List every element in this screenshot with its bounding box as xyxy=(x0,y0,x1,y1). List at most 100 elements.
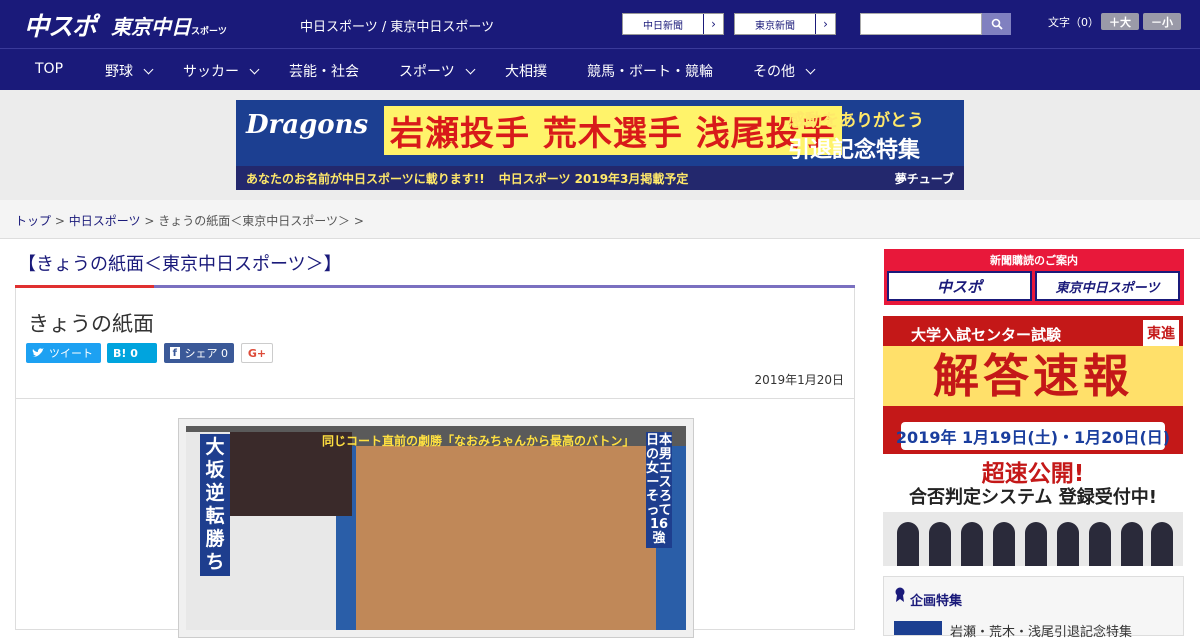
nav-label: サッカー xyxy=(183,64,239,80)
nav-label: その他 xyxy=(753,64,795,80)
breadcrumb: トップ > 中日スポーツ > きょうの紙面＜東京中日スポーツ＞ > xyxy=(0,200,1200,239)
facebook-label: シェア 0 xyxy=(184,347,229,360)
article: きょうの紙面 ツイート B! 0 f シェア 0 G+ 2019年1月20日 大… xyxy=(15,288,855,638)
nav-label: TOP xyxy=(35,61,64,77)
nav-item-sports[interactable]: スポーツ xyxy=(399,61,476,81)
search-button[interactable] xyxy=(982,13,1011,35)
breadcrumb-separator: > xyxy=(144,214,155,228)
article-date: 2019年1月20日 xyxy=(754,373,844,387)
font-bigger-button[interactable]: ＋大 xyxy=(1101,13,1139,30)
ad-sub-text-2: 引退記念特集 xyxy=(788,138,921,163)
nav-item-keiba[interactable]: 競馬・ボート・競輪 xyxy=(587,61,713,81)
nav-item-entertainment[interactable]: 芸能・社会 xyxy=(289,61,359,81)
person-figure xyxy=(961,522,983,566)
paper-headline-top: 同じコート直前の劇勝「なおみちゃんから最高のバトン」 xyxy=(322,434,635,448)
chevron-down-icon xyxy=(805,64,816,75)
banner-area: Dragons 岩瀬投手 荒木選手 浅尾投手 感動をありがとう 引退記念特集 あ… xyxy=(0,90,1200,200)
toshin-date: 2019年 1月19日(土)・1月20日(日) xyxy=(896,422,1170,450)
subscription-banner[interactable]: 新聞購読のご案内 中スポ 東京中日スポーツ xyxy=(884,249,1184,305)
facebook-icon: f xyxy=(170,347,180,359)
toshin-logo: 東進 xyxy=(1143,320,1179,346)
feature-section: 企画特集 岩瀬・荒木・浅尾引退記念特集 xyxy=(883,576,1184,640)
person-figure xyxy=(897,522,919,566)
paper-headline-left: 大坂逆転勝ち xyxy=(200,434,230,576)
nav-label: 競馬・ボート・競輪 xyxy=(587,64,713,80)
tokyo-shimbun-label: 東京新聞 xyxy=(755,20,795,32)
sub-logo-chuspo: 中スポ xyxy=(887,271,1032,301)
hatena-button[interactable]: B! 0 xyxy=(107,343,157,363)
feature-item-link[interactable]: 岩瀬・荒木・浅尾引退記念特集 xyxy=(950,621,1132,640)
nav-label: 芸能・社会 xyxy=(289,64,359,80)
nav-label: 野球 xyxy=(105,64,133,80)
breadcrumb-top[interactable]: トップ xyxy=(15,214,51,228)
person-figure xyxy=(1057,522,1079,566)
toshin-people-photo xyxy=(883,512,1183,566)
toshin-main-text: 解答速報 xyxy=(883,346,1183,406)
toshin-system-text: 合否判定システム 登録受付中! xyxy=(883,484,1183,512)
site-title: 中日スポーツ / 東京中日スポーツ xyxy=(300,20,495,35)
chevron-down-icon xyxy=(143,64,154,75)
ad-main-text: 岩瀬投手 荒木選手 浅尾投手 xyxy=(384,106,842,155)
dragons-logo: Dragons xyxy=(246,110,369,140)
paper-photo-player xyxy=(356,446,656,630)
newspaper-front-page-image: 大坂逆転勝ち 同じコート直前の劇勝「なおみちゃんから最高のバトン」 日本の男女エ… xyxy=(186,426,686,630)
chunichi-shimbun-label: 中日新聞 xyxy=(643,20,683,32)
feature-title: 企画特集 xyxy=(910,594,963,609)
chuspo-logo[interactable]: 中スポ xyxy=(24,7,97,43)
nav-label: スポーツ xyxy=(399,64,455,80)
person-figure xyxy=(929,522,951,566)
hatena-label: B! 0 xyxy=(113,346,138,360)
tokyo-chunichi-logo[interactable]: 東京中日スポーツ xyxy=(111,11,227,40)
nav-item-soccer[interactable]: サッカー xyxy=(183,61,260,81)
person-figure xyxy=(1151,522,1173,566)
person-figure xyxy=(993,522,1015,566)
person-figure xyxy=(1089,522,1111,566)
breadcrumb-current: きょうの紙面＜東京中日スポーツ＞ xyxy=(158,214,350,228)
tweet-label: ツイート xyxy=(49,347,93,360)
toshin-ad[interactable]: 大学入試センター試験 東進 解答速報 2019年 1月19日(土)・1月20日(… xyxy=(883,316,1183,566)
nav-item-sumo[interactable]: 大相撲 xyxy=(505,61,547,81)
gplus-button[interactable]: G+ xyxy=(241,343,273,363)
breadcrumb-separator: > xyxy=(353,214,364,228)
tweet-button[interactable]: ツイート xyxy=(26,343,101,363)
nav-item-other[interactable]: その他 xyxy=(753,61,816,81)
twitter-icon xyxy=(32,348,44,357)
nav-item-top[interactable]: TOP xyxy=(35,61,63,77)
tokyo-shimbun-link[interactable]: 東京新聞 › xyxy=(734,13,836,35)
chevron-right-icon: › xyxy=(703,14,723,34)
chevron-right-icon: › xyxy=(815,14,835,34)
subscription-title: 新聞購読のご案内 xyxy=(990,254,1078,267)
tokyo-logo-small: スポーツ xyxy=(191,27,227,37)
breadcrumb-separator: > xyxy=(54,214,65,228)
font-smaller-button[interactable]: －小 xyxy=(1143,13,1181,30)
newspaper-image-frame[interactable]: 大坂逆転勝ち 同じコート直前の劇勝「なおみちゃんから最高のバトン」 日本の男女エ… xyxy=(178,418,694,638)
article-divider xyxy=(16,398,854,399)
tokyo-logo-text: 東京中日 xyxy=(111,15,191,39)
ad-footer: あなたのお名前が中日スポーツに載ります!! 中日スポーツ 2019年3月掲載予定… xyxy=(236,166,964,190)
site-header: 中スポ 東京中日スポーツ 中日スポーツ / 東京中日スポーツ 中日新聞 › 東京… xyxy=(0,0,1200,48)
breadcrumb-chunichi-sports[interactable]: 中日スポーツ xyxy=(69,214,141,228)
ribbon-icon xyxy=(895,587,905,602)
chevron-down-icon xyxy=(465,64,476,75)
toshin-fast-text: 超速公開! xyxy=(883,454,1183,488)
facebook-share-button[interactable]: f シェア 0 xyxy=(164,343,234,363)
chevron-down-icon xyxy=(249,64,260,75)
page-heading: 【きょうの紙面＜東京中日スポーツ＞】 xyxy=(18,254,342,275)
search-input[interactable] xyxy=(860,13,982,35)
font-size-label: 文字（0） xyxy=(1048,16,1099,29)
ad-footer-mid: 中日スポーツ 2019年3月掲載予定 xyxy=(498,171,689,186)
nav-item-baseball[interactable]: 野球 xyxy=(105,61,154,81)
person-figure xyxy=(1121,522,1143,566)
ad-banner[interactable]: Dragons 岩瀬投手 荒木選手 浅尾投手 感動をありがとう 引退記念特集 あ… xyxy=(236,100,964,190)
ad-footer-left: あなたのお名前が中日スポーツに載ります!! xyxy=(246,171,485,186)
person-figure xyxy=(1025,522,1047,566)
toshin-top-text: 大学入試センター試験 xyxy=(911,326,1062,344)
paper-headline-right: 日本の男女エースそろって16強 xyxy=(646,432,673,548)
chunichi-shimbun-link[interactable]: 中日新聞 › xyxy=(622,13,724,35)
nav-label: 大相撲 xyxy=(505,64,547,80)
sub-logo-tokyo: 東京中日スポーツ xyxy=(1035,271,1180,301)
ad-sub-text: 感動をありがとう xyxy=(788,111,924,131)
ad-footer-right: 夢チューブ xyxy=(894,171,954,186)
feature-thumbnail[interactable] xyxy=(894,621,942,635)
article-title: きょうの紙面 xyxy=(28,312,154,336)
